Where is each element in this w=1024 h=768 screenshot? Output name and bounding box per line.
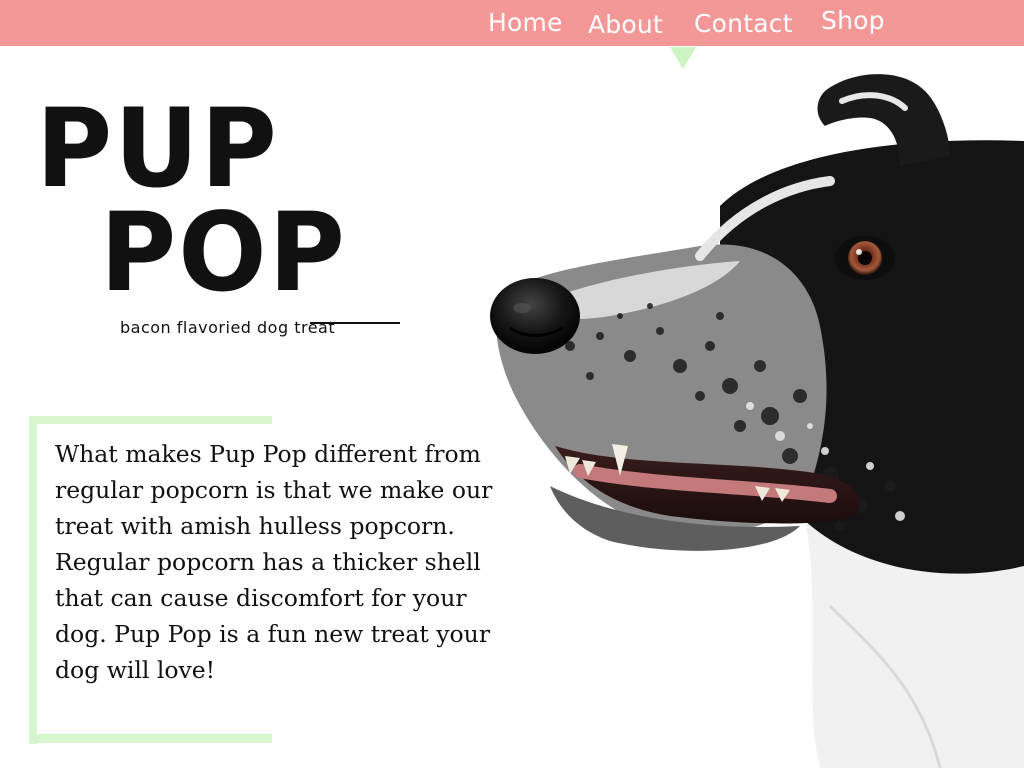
brand-tagline: bacon flavoried dog treat (120, 318, 336, 337)
brand-title-line-2: POP (100, 187, 347, 317)
description-frame-bottom (29, 734, 272, 743)
top-nav-bar: Home About Contact Shop (0, 0, 1024, 46)
page: Home About Contact Shop PUP POP bacon fl… (0, 0, 1024, 768)
description-frame-left (29, 416, 37, 744)
nav-home-link[interactable]: Home (488, 8, 563, 37)
nav-contact-link[interactable]: Contact (694, 9, 793, 38)
dog-photo (490, 74, 1024, 768)
nav-shop-link[interactable]: Shop (821, 6, 885, 35)
nav-about-link[interactable]: About (588, 10, 663, 39)
tagline-underline-divider (310, 322, 400, 324)
brand-title-line-1: PUP (36, 83, 279, 213)
product-description: What makes Pup Pop different from regula… (55, 440, 493, 684)
description-frame-top (29, 416, 272, 424)
